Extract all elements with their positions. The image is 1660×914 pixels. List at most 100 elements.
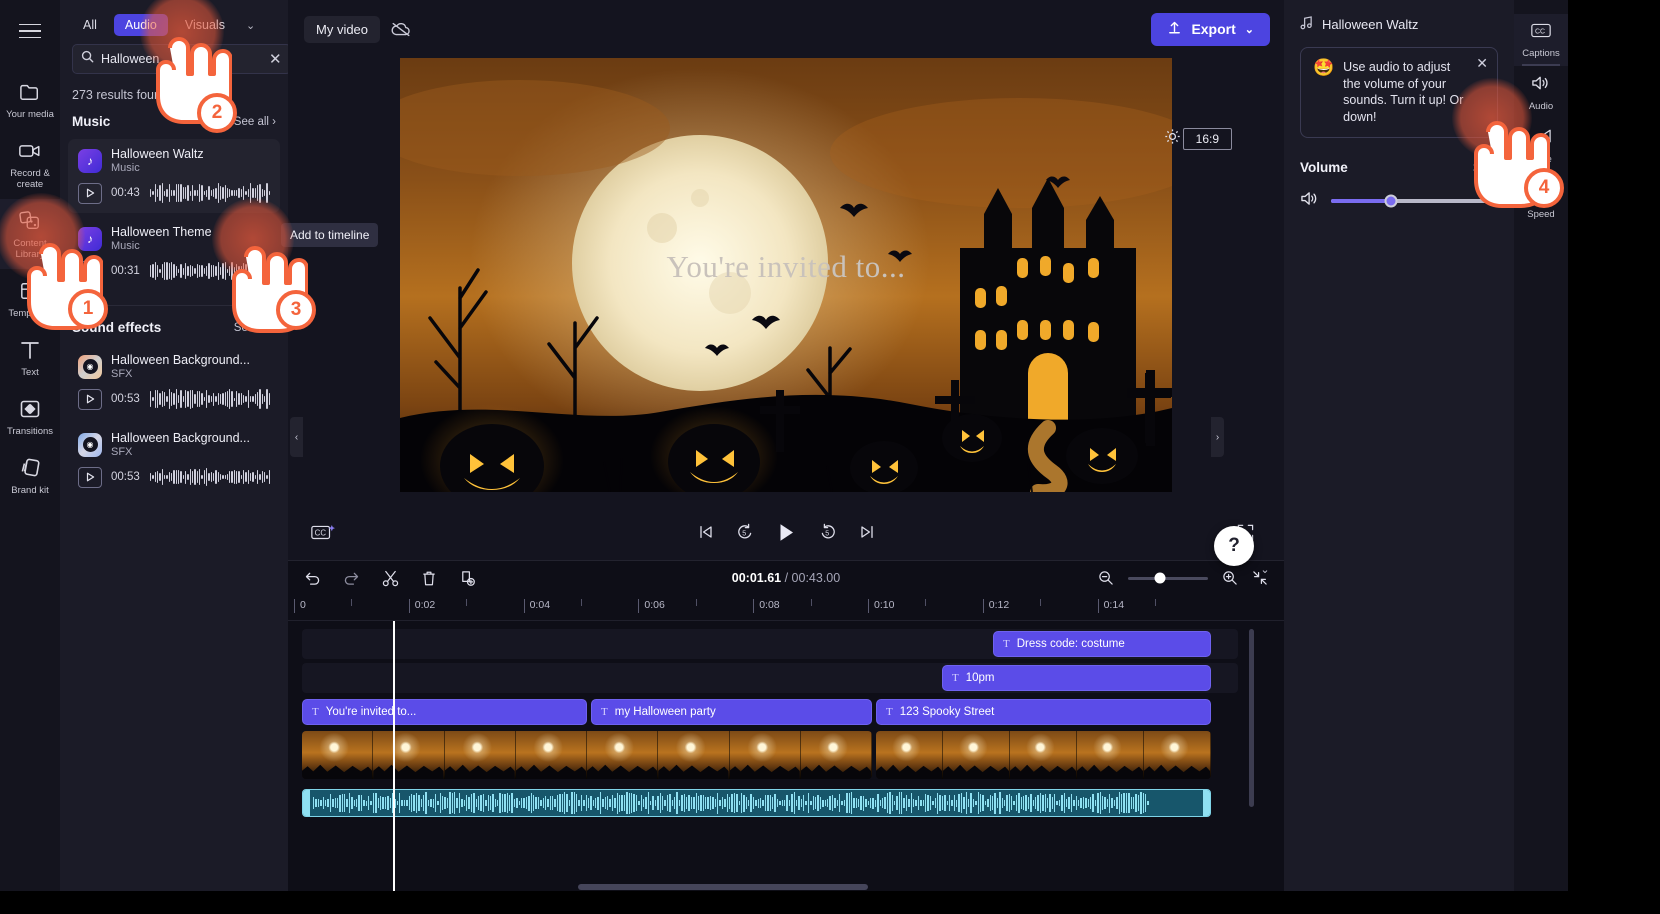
undo-icon[interactable] <box>304 571 321 586</box>
timeline-text-clip[interactable]: T You're invited to... <box>302 699 587 725</box>
redo-icon[interactable] <box>343 571 360 586</box>
duplicate-icon[interactable] <box>459 570 476 587</box>
waveform-bar <box>1066 798 1068 808</box>
waveform-bar <box>154 184 156 202</box>
play-button[interactable] <box>776 522 797 543</box>
tool-fade[interactable]: Fade <box>1514 119 1568 172</box>
media-card-halloween-theme[interactable]: ♪ Halloween Theme Music 00:31 <box>68 217 280 291</box>
clip-trim-handle-left[interactable] <box>303 790 310 816</box>
waveform-bar <box>650 800 652 806</box>
filter-chip-all[interactable]: All <box>72 14 108 36</box>
volume-slider[interactable] <box>1331 194 1498 208</box>
filter-chip-audio[interactable]: Audio <box>113 14 168 36</box>
see-all-music-link[interactable]: See all › <box>234 116 276 128</box>
export-button[interactable]: Export ⌄ <box>1151 12 1270 46</box>
waveform-bar <box>229 471 231 483</box>
waveform-bar <box>422 794 425 812</box>
video-preview[interactable]: You're invited to... <box>400 58 1172 492</box>
sidebar-item-record-create[interactable]: Record & create <box>0 129 60 199</box>
hamburger-menu-icon[interactable] <box>12 14 48 48</box>
sidebar-item-your-media[interactable]: Your media <box>0 70 60 129</box>
skip-next-icon[interactable] <box>859 524 875 540</box>
aspect-ratio-value[interactable]: 16:9 <box>1182 128 1232 150</box>
clear-search-icon[interactable]: ✕ <box>269 52 282 67</box>
waveform-bar <box>497 800 499 806</box>
waveform-bar <box>159 268 161 274</box>
waveform-bar <box>523 798 525 808</box>
upload-icon <box>1167 20 1182 38</box>
tool-captions[interactable]: CC Captions <box>1514 14 1568 66</box>
tip-emoji: 🤩 <box>1313 58 1335 77</box>
chevron-down-icon[interactable]: ⌄ <box>242 17 259 34</box>
help-button[interactable]: ? <box>1214 526 1254 566</box>
waveform-bar <box>451 792 454 814</box>
timeline-video-clip[interactable] <box>876 731 1211 779</box>
play-preview-button[interactable] <box>78 466 102 488</box>
waveform-bar <box>499 793 501 813</box>
waveform-preview <box>150 182 270 204</box>
media-card-sfx-1[interactable]: ◉ Halloween Background... SFX 00:53 <box>68 345 280 419</box>
svg-text:5: 5 <box>742 531 746 538</box>
collapse-preview-chevron-icon[interactable]: ⌄ <box>1252 560 1278 578</box>
waveform-bar <box>525 796 528 810</box>
media-card-sfx-2[interactable]: ◉ Halloween Background... SFX 00:53 <box>68 423 280 497</box>
cc-sparkle-icon[interactable]: CC <box>310 522 336 542</box>
collapse-library-panel-icon[interactable]: ‹ <box>290 417 303 457</box>
waveform-bar <box>236 189 238 197</box>
timeline-vertical-scrollbar[interactable] <box>1249 629 1254 807</box>
sidebar-item-brand-kit[interactable]: Brand kit <box>0 446 60 505</box>
trash-icon[interactable] <box>421 570 437 587</box>
timeline-clip-label: 10pm <box>965 672 995 684</box>
sidebar-item-content-library[interactable]: Content Library <box>0 199 60 269</box>
volume-slider-knob[interactable] <box>1384 194 1398 208</box>
timeline-audio-clip[interactable] <box>302 789 1211 817</box>
project-title[interactable]: My video <box>304 15 381 43</box>
waveform-bar <box>224 184 226 202</box>
rewind-5-icon[interactable]: 5 <box>736 523 754 541</box>
sidebar-item-text[interactable]: Text <box>0 328 60 387</box>
tool-speed[interactable]: Speed <box>1514 172 1568 227</box>
waveform-bar <box>219 393 222 405</box>
play-preview-button[interactable] <box>78 182 102 204</box>
skip-previous-icon[interactable] <box>698 524 714 540</box>
timeline-text-clip[interactable]: T 10pm <box>942 665 1211 691</box>
tool-audio[interactable]: Audio <box>1514 66 1568 119</box>
zoom-out-icon[interactable] <box>1098 570 1114 586</box>
sidebar-item-transitions[interactable]: Transitions <box>0 387 60 446</box>
speaker-icon[interactable] <box>1300 190 1319 212</box>
scissors-icon[interactable] <box>382 570 399 587</box>
timeline-ruler[interactable]: 0 0:02 0:04 0:06 0:08 0:10 0:12 0:14 <box>288 595 1284 621</box>
collapse-properties-panel-icon[interactable]: › <box>1211 417 1224 457</box>
zoom-slider-knob[interactable] <box>1154 572 1166 584</box>
waveform-bar <box>180 389 182 409</box>
search-box[interactable]: ✕ <box>72 44 288 74</box>
media-card-halloween-waltz[interactable]: ♪ Halloween Waltz Music 00:43 <box>68 139 280 213</box>
zoom-in-icon[interactable] <box>1222 570 1238 586</box>
media-duration: 00:31 <box>111 265 140 277</box>
cloud-off-icon[interactable] <box>390 21 412 38</box>
play-preview-button[interactable] <box>78 388 102 410</box>
forward-5-icon[interactable]: 5 <box>819 523 837 541</box>
sidebar-item-templates[interactable]: Templates <box>0 269 60 328</box>
zoom-slider[interactable] <box>1128 572 1208 584</box>
waveform-bar <box>1130 796 1132 810</box>
sfx-icon: ◉ <box>78 354 102 379</box>
play-preview-button[interactable] <box>78 260 102 282</box>
timeline-text-clip[interactable]: Tmy Halloween party <box>591 699 872 725</box>
clip-trim-handle-right[interactable] <box>1203 790 1210 816</box>
speaker-icon <box>1531 74 1552 97</box>
timeline-text-clip[interactable]: T 123 Spooky Street <box>876 699 1211 725</box>
gear-icon[interactable] <box>1164 128 1181 150</box>
see-all-sfx-link[interactable]: See all › <box>234 322 276 334</box>
filter-chip-visuals[interactable]: Visuals <box>174 14 236 36</box>
waveform-bar <box>173 190 175 196</box>
close-tip-icon[interactable]: ✕ <box>1476 56 1488 70</box>
waveform-bar <box>836 800 838 806</box>
timeline-video-clip[interactable] <box>302 731 872 779</box>
playhead[interactable] <box>393 621 395 891</box>
waveform-bar <box>695 793 697 813</box>
waveform-bar <box>951 799 953 807</box>
search-input[interactable] <box>101 52 262 66</box>
timeline-horizontal-scrollbar[interactable] <box>578 884 868 890</box>
timeline-text-clip[interactable]: T Dress code: costume <box>993 631 1211 657</box>
